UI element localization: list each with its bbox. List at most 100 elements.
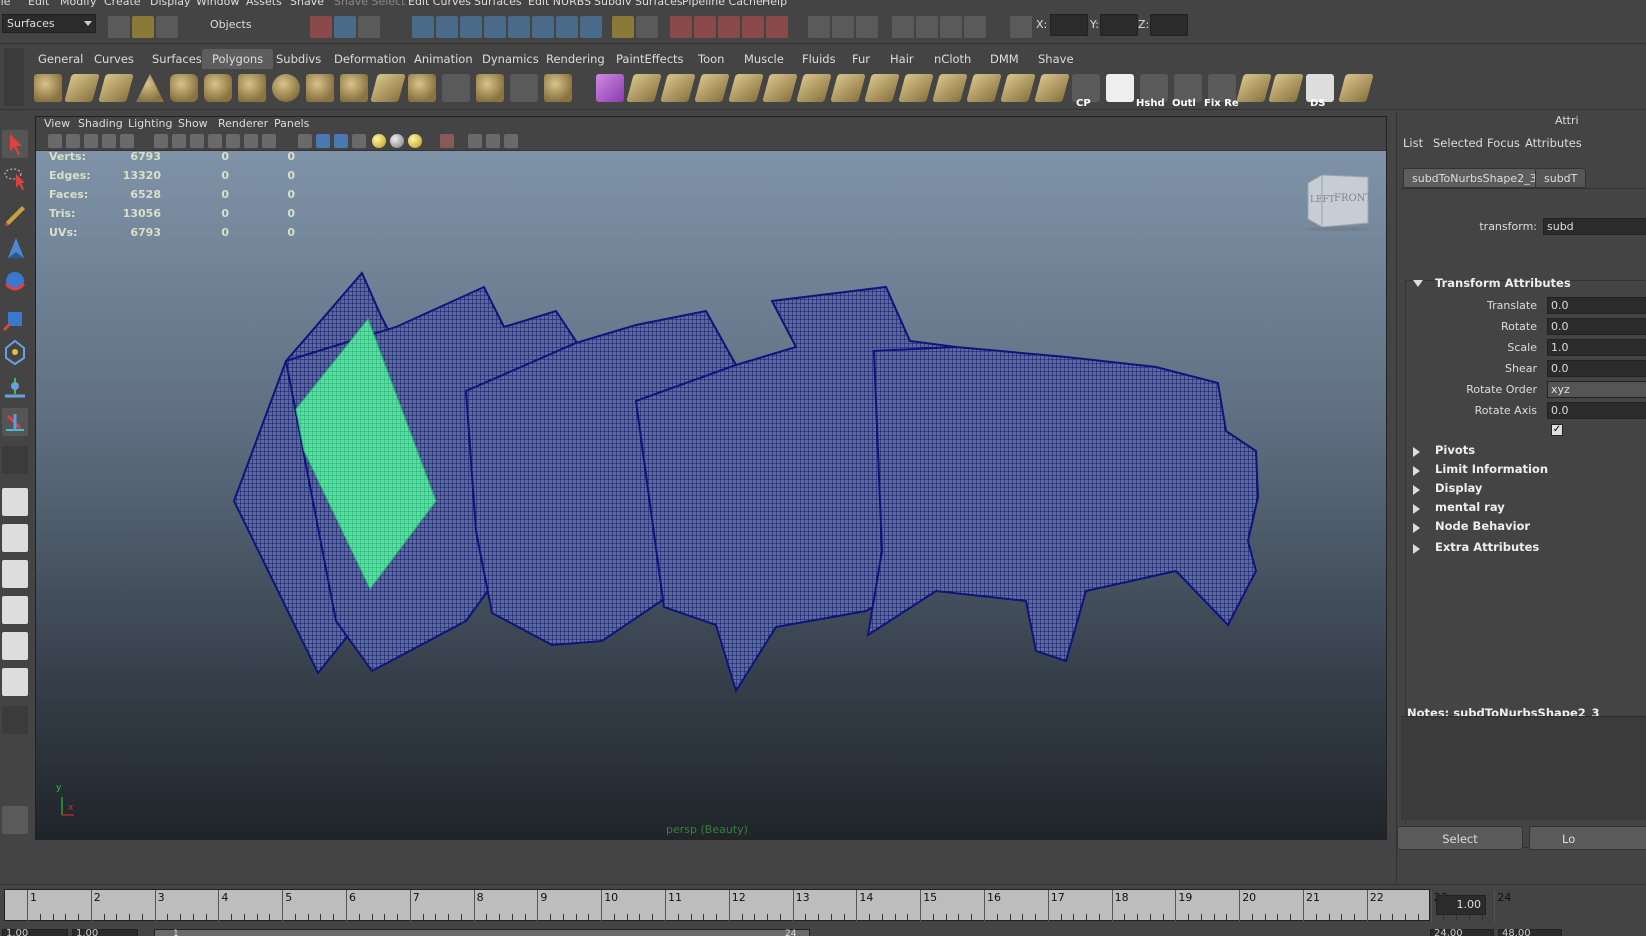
mask-surfaces-icon[interactable] (484, 16, 506, 38)
shadows-icon[interactable] (408, 134, 422, 148)
highlight-selection-icon[interactable] (636, 16, 658, 38)
script-editor-icon[interactable] (2, 806, 28, 834)
section-mental-ray[interactable]: mental ray (1405, 498, 1646, 517)
extra-tool-icon[interactable] (1338, 74, 1374, 102)
lasso-tool-icon[interactable] (2, 164, 28, 192)
notes-textarea[interactable] (1401, 716, 1646, 820)
ae-menu-selected[interactable]: Selected (1433, 136, 1483, 150)
ae-tab-transform[interactable]: subdT (1535, 168, 1587, 188)
hypershade-layout-icon[interactable] (2, 632, 28, 660)
poly-soccer-ball-icon[interactable] (306, 74, 334, 102)
input-ops-icon[interactable] (808, 16, 830, 38)
split-polygon-icon[interactable] (728, 74, 764, 102)
soft-mod-tool-icon[interactable] (2, 374, 28, 402)
merge-icon[interactable] (864, 74, 900, 102)
default-lighting-icon[interactable] (372, 134, 386, 148)
snap-view-plane-icon[interactable] (742, 16, 764, 38)
manipulator-tool-icon[interactable] (2, 338, 28, 366)
shelf-menu-handle[interactable] (4, 48, 24, 106)
viewport-menu-renderer[interactable]: Renderer (218, 117, 268, 131)
tab-subdivs[interactable]: Subdivs (266, 49, 331, 69)
section-transform-attributes[interactable]: Transform Attributes (1405, 274, 1646, 293)
poly-helix-icon[interactable] (238, 74, 266, 102)
scale-x-field[interactable]: 1.0 (1547, 339, 1646, 356)
select-object-icon[interactable] (334, 16, 356, 38)
animation-start-field[interactable]: 1.00 (2, 929, 68, 936)
transform-name-field[interactable]: subd (1543, 218, 1646, 235)
viewport-menu-lighting[interactable]: Lighting (128, 117, 172, 131)
menu-help[interactable]: Help (762, 0, 787, 8)
z-field[interactable] (1150, 14, 1188, 36)
range-slider-bar[interactable]: 1 24 (154, 929, 810, 936)
cp-tool-icon[interactable]: CP (1072, 74, 1100, 109)
tab-hair[interactable]: Hair (880, 49, 924, 69)
paint-select-icon[interactable] (2, 200, 28, 228)
hud-toggle-icon[interactable] (504, 134, 518, 148)
open-scene-icon[interactable] (132, 16, 154, 38)
separate-icon[interactable] (442, 74, 470, 102)
animation-end-field[interactable]: 48.00 (1498, 929, 1562, 936)
menu-create[interactable]: Create (104, 0, 141, 8)
y-field[interactable] (1100, 14, 1138, 36)
timeline-track[interactable]: 123456789101112131415161718192021222324 (4, 889, 1511, 922)
poly-cylinder-icon[interactable] (170, 74, 198, 102)
resolution-gate-icon[interactable] (172, 134, 186, 148)
bookmarks-icon[interactable] (84, 134, 98, 148)
four-view-layout-icon[interactable] (2, 524, 28, 552)
menu-shave[interactable]: Shave (290, 0, 324, 8)
inherits-transform-checkbox[interactable]: ✓ (1551, 424, 1563, 436)
single-view-layout-icon[interactable] (2, 488, 28, 516)
menu-pipeline-cache[interactable]: Pipeline Cache (682, 0, 763, 8)
menu-edit[interactable]: Edit (28, 0, 49, 8)
section-limit-information[interactable]: Limit Information (1405, 460, 1646, 479)
last-tool-icon[interactable] (2, 408, 28, 436)
viewport-menu-view[interactable]: View (44, 117, 70, 131)
viewport-menu-shading[interactable]: Shading (78, 117, 123, 131)
grid-tool-icon[interactable] (1236, 74, 1272, 102)
grid-delete-icon[interactable] (1268, 74, 1304, 102)
persp-outliner-layout-icon[interactable] (2, 560, 28, 588)
render-current-icon[interactable] (916, 16, 938, 38)
save-scene-icon[interactable] (156, 16, 178, 38)
make-live-icon[interactable] (766, 16, 788, 38)
tab-dmm[interactable]: DMM (980, 49, 1029, 69)
poly-cube-icon[interactable] (64, 74, 100, 102)
menu-assets[interactable]: Assets (246, 0, 282, 8)
append-polygon-icon[interactable] (694, 74, 730, 102)
input-mode-icon[interactable] (1010, 16, 1032, 38)
mask-curves-icon[interactable] (460, 16, 482, 38)
extrude-icon[interactable] (626, 74, 662, 102)
tab-ncloth[interactable]: nCloth (924, 49, 981, 69)
spherical-map-icon[interactable] (1000, 74, 1036, 102)
move-tool-icon[interactable] (2, 234, 28, 262)
section-node-behavior[interactable]: Node Behavior (1405, 517, 1646, 536)
tab-fur[interactable]: Fur (842, 49, 880, 69)
wireframe-on-shaded-icon[interactable] (334, 134, 348, 148)
safe-action-icon[interactable] (226, 134, 240, 148)
ae-menu-focus[interactable]: Focus (1487, 136, 1520, 150)
tab-painteffects[interactable]: PaintEffects (606, 49, 694, 69)
select-tool-icon[interactable] (2, 130, 28, 158)
poly-plane-icon[interactable] (98, 74, 134, 102)
wireframe-icon[interactable] (298, 134, 312, 148)
ae-tab-shape[interactable]: subdToNurbsShape2_30 (1403, 168, 1553, 188)
playback-end-field[interactable]: 24.00 (1430, 929, 1494, 936)
section-display[interactable]: Display (1405, 479, 1646, 498)
playback-start-field[interactable]: 1.00 (72, 929, 138, 936)
load-attributes-button[interactable]: Lo (1529, 826, 1646, 850)
checker-icon[interactable] (1106, 74, 1134, 102)
auto-map-icon[interactable] (1034, 74, 1070, 102)
menu-set-dropdown[interactable]: Surfaces (2, 14, 96, 33)
smooth-shade-icon[interactable] (316, 134, 330, 148)
ds-tool-icon[interactable]: DS (1306, 74, 1334, 109)
x-field[interactable] (1050, 14, 1088, 36)
tab-polygons[interactable]: Polygons (202, 49, 274, 69)
poly-pyramid-icon[interactable] (136, 74, 164, 102)
tab-toon[interactable]: Toon (688, 49, 734, 69)
layouts-menu-icon[interactable] (2, 706, 28, 734)
mask-joints-icon[interactable] (436, 16, 458, 38)
tab-rendering[interactable]: Rendering (536, 49, 615, 69)
menu-modify[interactable]: Modify (60, 0, 96, 8)
mirror-icon[interactable] (510, 74, 538, 102)
xray-joints-icon[interactable] (486, 134, 500, 148)
